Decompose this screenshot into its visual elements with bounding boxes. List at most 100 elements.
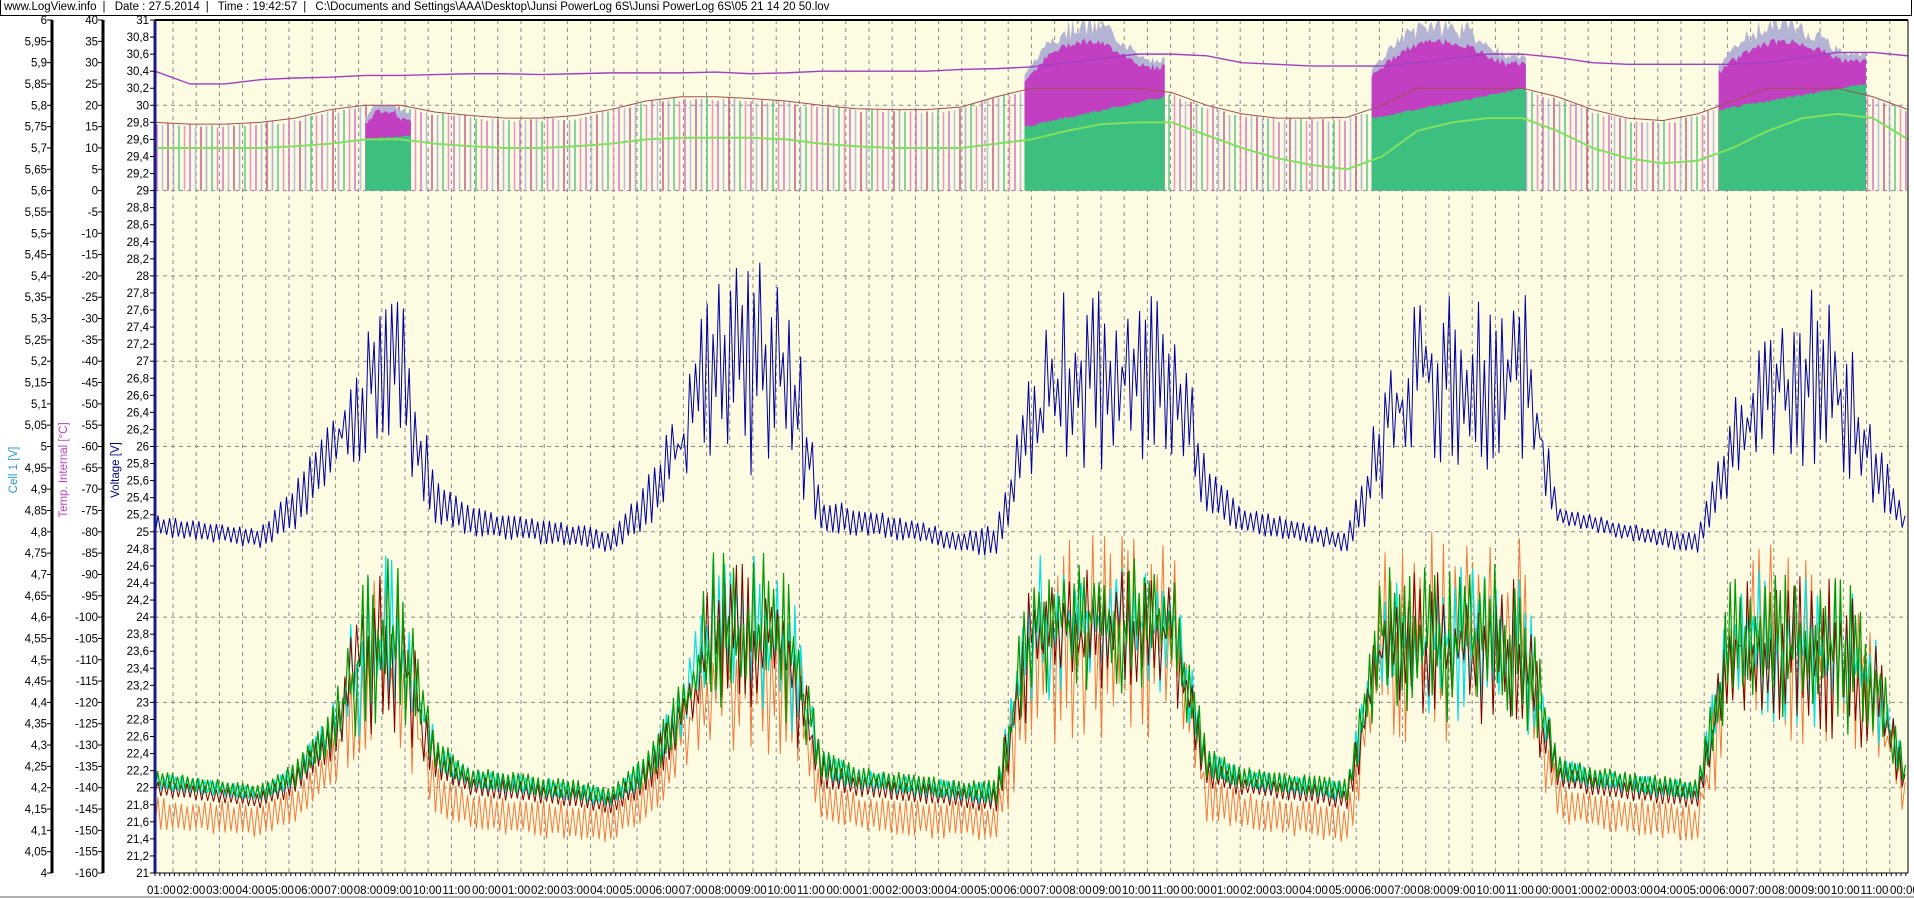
cell-axis-tick-label: 4,7 (31, 569, 47, 581)
temp-axis-tick-label: 10 (85, 143, 98, 155)
voltage-axis-tick-label: 25,2 (127, 510, 149, 522)
voltage-axis-tick-label: 23,2 (127, 680, 149, 692)
voltage-axis-tick-label: 27,6 (127, 305, 149, 317)
temp-axis-tick-label: 20 (85, 100, 98, 112)
temp-axis-tick-label: -25 (81, 292, 98, 304)
cell-axis-tick-label: 4,55 (25, 633, 47, 645)
cell-axis-tick-label: 4,1 (31, 825, 47, 837)
temp-axis-tick-label: -65 (81, 463, 98, 475)
temp-axis-tick-label: -35 (81, 335, 98, 347)
voltage-axis-tick-label: 29 (136, 186, 149, 198)
cell-axis-tick-label: 5,1 (31, 399, 47, 411)
temp-axis-tick-label: -155 (75, 847, 98, 859)
voltage-axis-tick-label: 24,6 (127, 561, 149, 573)
temp-axis-tick-label: -55 (81, 420, 98, 432)
cell-axis-tick-label: 5,9 (31, 58, 47, 70)
temp-axis-tick-label: -20 (81, 271, 98, 283)
voltage-axis-tick-label: 24,4 (127, 578, 150, 590)
temp-axis-tick-label: 40 (85, 15, 98, 27)
cell-axis-tick-label: 5,7 (31, 143, 47, 155)
voltage-axis-tick-label: 30,2 (127, 83, 149, 95)
temp-axis-tick-label: -110 (76, 655, 98, 667)
cell-axis-tick-label: 6 (41, 15, 47, 27)
temp-axis-tick-label: 35 (85, 36, 98, 48)
temp-axis-tick-label: -30 (81, 314, 98, 326)
cell-axis-tick-label: 5,55 (25, 207, 47, 219)
cell-axis-tick-label: 4,8 (31, 527, 47, 539)
voltage-axis-tick-label: 27 (136, 356, 149, 368)
voltage-axis-tick-label: 24,8 (127, 544, 149, 556)
voltage-axis-tick-label: 23,4 (127, 663, 150, 675)
temp-axis-tick-label: -45 (81, 378, 98, 390)
cell-axis-tick-label: 4,9 (31, 484, 47, 496)
cell-axis-tick-label: 5,25 (25, 335, 47, 347)
voltage-axis-tick-label: 26,8 (127, 373, 149, 385)
cell-axis-tick-label: 5,35 (25, 292, 47, 304)
temp-axis-tick-label: -130 (75, 740, 98, 752)
cell-axis-tick-label: 5,05 (25, 420, 47, 432)
voltage-axis-tick-label: 25 (136, 527, 149, 539)
voltage-axis-tick-label: 28 (136, 271, 149, 283)
temp-axis-tick-label: 0 (92, 186, 98, 198)
voltage-axis-tick-label: 29,8 (127, 117, 149, 129)
cell-axis-tick-label: 5,65 (25, 164, 47, 176)
temp-axis-tick-label: -15 (81, 250, 98, 262)
cell-axis-tick-label: 5,4 (31, 271, 48, 283)
cell-axis-tick-label: 4,65 (25, 591, 47, 603)
voltage-axis-tick-label: 29,4 (127, 151, 150, 163)
voltage-axis-tick-label: 21,8 (127, 800, 149, 812)
cell-axis-tick-label: 5 (41, 442, 47, 454)
voltage-axis-tick-label: 27,8 (127, 288, 149, 300)
cell-axis-tick-label: 5,6 (31, 186, 47, 198)
cell-axis-tick-label: 4,2 (31, 783, 47, 795)
voltage-axis-tick-label: 30,8 (127, 32, 149, 44)
voltage-axis-tick-label: 22,8 (127, 714, 149, 726)
voltage-axis-tick-label: 22 (136, 783, 149, 795)
cell-axis-tick-label: 4,85 (25, 505, 47, 517)
voltage-axis-tick-label: 28,6 (127, 220, 149, 232)
temp-axis-tick-label: 25 (85, 79, 98, 91)
voltage-axis-tick-label: 21,2 (127, 851, 149, 863)
cell-axis-tick-label: 4,75 (25, 548, 47, 560)
cell-axis-tick-label: 5,75 (25, 122, 47, 134)
cell-axis-tick-label: 5,15 (25, 378, 47, 390)
temp-axis-tick-label: -85 (81, 548, 98, 560)
temp-axis-tick-label: -5 (88, 207, 98, 219)
voltage-axis-tick-label: 22,4 (127, 749, 150, 761)
voltage-axis-tick-label: 29,2 (127, 169, 149, 181)
cell-axis-tick-label: 4,25 (25, 761, 47, 773)
temp-axis-tick-label: -140 (75, 783, 98, 795)
temp-axis-tick-label: -60 (81, 442, 98, 454)
cell-axis-tick-label: 4,05 (25, 847, 47, 859)
temp-axis-tick-label: -160 (75, 868, 98, 880)
voltage-axis-tick-label: 23 (136, 697, 149, 709)
voltage-axis-tick-label: 30,6 (127, 49, 149, 61)
temp-axis-tick-label: -100 (75, 612, 98, 624)
temp-axis-tick-label: -125 (75, 719, 98, 731)
temp-axis-tick-label: -90 (81, 569, 98, 581)
cell-axis-tick-label: 4,45 (25, 676, 47, 688)
voltage-axis-tick-label: 23,6 (127, 646, 149, 658)
voltage-axis-tick-label: 30 (136, 100, 149, 112)
temp-axis-tick-label: 15 (85, 122, 98, 134)
voltage-axis-tick-label: 21,6 (127, 817, 149, 829)
voltage-axis-tick-label: 22,2 (127, 766, 149, 778)
cell-axis-tick-label: 4,5 (31, 655, 47, 667)
voltage-axis-tick-label: 28,4 (127, 237, 150, 249)
cell-axis-tick-label: 5,3 (31, 314, 47, 326)
temp-axis-tick-label: -80 (81, 527, 98, 539)
voltage-axis-tick-label: 24,2 (127, 595, 149, 607)
cell-axis-tick-label: 4 (41, 868, 48, 880)
cell-axis-tick-label: 5,95 (25, 36, 47, 48)
cell-axis-tick-label: 4,35 (25, 719, 47, 731)
cell-axis-tick-label: 4,6 (31, 612, 47, 624)
cell-axis-tick-label: 5,2 (31, 356, 47, 368)
cell-axis-tick-label: 4,15 (25, 804, 47, 816)
temp-axis-tick-label: 5 (92, 164, 98, 176)
cell-axis-tick-label: 5,5 (31, 228, 47, 240)
temp-axis-tick-label: -115 (76, 676, 98, 688)
temp-axis-tick-label: -40 (81, 356, 98, 368)
log-chart[interactable]: 4 4,05 4,1 4,15 4,2 4,25 4,3 4,35 4,4 4,45 4,5 4,55… (0, 0, 1914, 898)
voltage-axis-tick-label: 25,8 (127, 459, 149, 471)
voltage-axis-tick-label: 28,2 (127, 254, 149, 266)
